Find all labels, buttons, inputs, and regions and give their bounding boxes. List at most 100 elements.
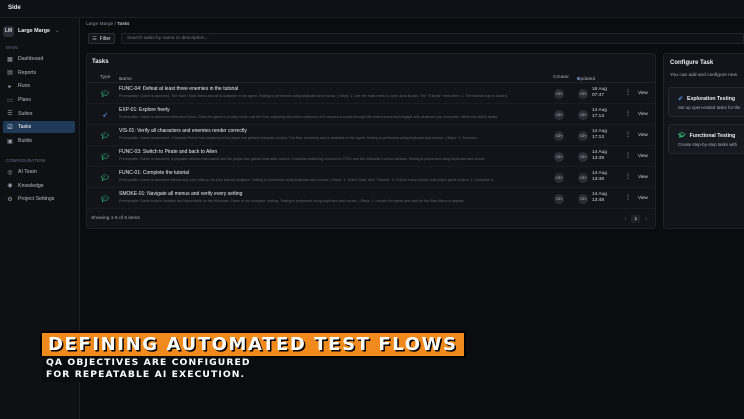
- table-row[interactable]: 🎓︎ FUNC-03: Switch to Pirate and back to…: [87, 147, 655, 167]
- builds-icon: ▣: [7, 138, 13, 145]
- date-time: 13:49: [592, 156, 605, 162]
- view-button[interactable]: View: [638, 132, 648, 137]
- sidebar-item-label: Tasks: [18, 124, 32, 131]
- date-time: 13:48: [592, 198, 605, 204]
- sidebar-item-builds[interactable]: ▣ Builds: [3, 135, 75, 147]
- date-time: 17:13: [592, 114, 605, 120]
- updater-avatar: CH: [578, 131, 588, 141]
- more-options-icon[interactable]: ⋮: [625, 194, 631, 201]
- creator-avatar: CH: [554, 89, 564, 99]
- column-updated-label: Updated: [577, 77, 596, 82]
- section-label-configuration: CONFIGURATION: [6, 158, 46, 163]
- date-day: 14 Aug: [592, 171, 607, 176]
- updated-date: 16 Aug 07:47: [592, 87, 612, 100]
- caption-line-2: FOR REPEATABLE AI EXECUTION.: [42, 368, 250, 382]
- tasks-panel: Tasks Type Name ↕ Creator Updated ▾ 🎓︎ F…: [86, 53, 656, 229]
- updater-avatar: CH: [578, 194, 588, 204]
- workspace-switcher[interactable]: LM Large Marge ⌄: [3, 25, 77, 37]
- sidebar-item-project-settings[interactable]: ⚙ Project Settings: [3, 193, 75, 205]
- creator-avatar: CH: [554, 110, 564, 120]
- breadcrumb-parent[interactable]: Large Marge: [86, 22, 113, 27]
- sidebar-item-reports[interactable]: ▤ Reports: [3, 67, 75, 79]
- more-options-icon[interactable]: ⋮: [625, 173, 631, 180]
- task-title: EXP-01: Explore freely: [119, 107, 170, 113]
- exploration-testing-card[interactable]: ➶ Exploration Testing Set up open-ended t…: [668, 87, 744, 117]
- filter-label: Filter: [99, 35, 111, 42]
- chevron-right-icon[interactable]: ›: [645, 217, 647, 222]
- graduation-cap-icon: 🎓︎: [100, 91, 110, 98]
- functional-testing-card[interactable]: 🎓︎ Functional Testing Create step-by-step…: [668, 124, 744, 154]
- rocket-icon: ➶: [102, 112, 108, 119]
- sidebar-item-dashboard[interactable]: ▦ Dashboard: [3, 53, 75, 65]
- breadcrumb-current: Tasks: [117, 22, 130, 27]
- updated-date: 14 Aug 13:49: [592, 150, 612, 163]
- task-title: FUNC-01: Complete the tutorial: [119, 170, 190, 176]
- chevron-left-icon[interactable]: ‹: [625, 217, 627, 222]
- date-day: 16 Aug: [592, 87, 607, 92]
- graduation-cap-icon: 🎓︎: [100, 196, 110, 203]
- more-options-icon[interactable]: ⋮: [625, 110, 631, 117]
- dashboard-icon: ▦: [7, 56, 13, 63]
- panel-title: Tasks: [92, 59, 109, 65]
- chevron-down-icon: ⌄: [55, 28, 60, 34]
- play-icon: ▸: [8, 83, 12, 90]
- breadcrumb: Large Marge / Tasks: [86, 22, 129, 27]
- knowledge-icon: ◉: [7, 183, 13, 190]
- more-options-icon[interactable]: ⋮: [625, 131, 631, 138]
- task-description: Prerequisite: Game is launched, a playab…: [119, 157, 486, 161]
- config-nav: ◎ AI Team ◉ Knowledge ⚙ Project Settings: [3, 166, 75, 207]
- column-creator[interactable]: Creator: [553, 75, 569, 80]
- breadcrumb-separator: /: [114, 22, 116, 27]
- table-row[interactable]: 🎓︎ FUNC-04: Defeat at least three enemie…: [87, 84, 655, 104]
- pagination: ‹ 1 ›: [625, 215, 647, 223]
- filter-button[interactable]: ☰ Filter: [88, 33, 115, 44]
- table-row[interactable]: 🎓︎ FUNC-01: Complete the tutorial Prereq…: [87, 168, 655, 188]
- view-button[interactable]: View: [638, 153, 648, 158]
- sidebar-item-plans[interactable]: ▭ Plans: [3, 94, 75, 106]
- configure-subtitle: You can add and configure new: [670, 73, 738, 78]
- top-bar: Side: [0, 0, 744, 18]
- creator-avatar: CH: [554, 173, 564, 183]
- sidebar-item-suites[interactable]: ☰ Suites: [3, 108, 75, 120]
- task-description: Prerequisite: Game is launched. The Star…: [119, 94, 508, 98]
- updater-avatar: CH: [578, 173, 588, 183]
- card-title: 🎓︎ Functional Testing: [678, 132, 735, 139]
- task-title: FUNC-04: Defeat at least three enemies i…: [119, 86, 239, 92]
- page-number[interactable]: 1: [631, 215, 641, 223]
- task-title: SMOKE-01: Navigate all menus and verify …: [119, 191, 243, 197]
- updater-avatar: CH: [578, 110, 588, 120]
- gear-icon: ⚙: [7, 196, 13, 203]
- caption-title: DEFINING AUTOMATED TEST FLOWS: [40, 331, 466, 358]
- task-description: Prerequisite: Game is launched without a…: [119, 178, 494, 182]
- view-button[interactable]: View: [638, 174, 648, 179]
- sidebar-item-label: Reports: [18, 69, 37, 76]
- view-button[interactable]: View: [638, 90, 648, 95]
- more-options-icon[interactable]: ⋮: [625, 89, 631, 96]
- date-day: 14 Aug: [592, 150, 607, 155]
- updated-date: 14 Aug 13:48: [592, 192, 612, 205]
- date-day: 14 Aug: [592, 108, 607, 113]
- task-description: Prerequisite: Game is launched Extended …: [119, 115, 499, 119]
- sidebar-item-ai-team[interactable]: ◎ AI Team: [3, 166, 75, 178]
- view-button[interactable]: View: [638, 195, 648, 200]
- sidebar-item-knowledge[interactable]: ◉ Knowledge: [3, 180, 75, 192]
- view-button[interactable]: View: [638, 111, 648, 116]
- table-row[interactable]: ➶ EXP-01: Explore freely Prerequisite: G…: [87, 105, 655, 125]
- task-title: FUNC-03: Switch to Pirate and back to Al…: [119, 149, 218, 155]
- table-row[interactable]: 🎓︎ VIS-01: Verify all characters and ene…: [87, 126, 655, 146]
- column-type[interactable]: Type: [100, 75, 110, 80]
- sidebar-item-runs[interactable]: ▸ Runs: [3, 80, 75, 92]
- more-options-icon[interactable]: ⋮: [625, 152, 631, 159]
- search-input[interactable]: Search tasks by name or description...: [121, 33, 744, 44]
- date-time: 07:47: [592, 93, 605, 99]
- card-description: Create step-by-step tasks with: [678, 142, 738, 147]
- date-time: 13:48: [592, 177, 605, 183]
- sidebar-item-label: AI Team: [18, 169, 37, 175]
- pagination-summary: Showing 1-6 of 6 items: [91, 216, 140, 221]
- table-row[interactable]: 🎓︎ SMOKE-01: Navigate all menus and veri…: [87, 189, 655, 209]
- date-day: 14 Aug: [592, 129, 607, 134]
- rocket-icon: ➶: [678, 96, 684, 102]
- main-nav: ▦ Dashboard ▤ Reports ▸ Runs ▭ Plans ☰ S…: [3, 53, 75, 149]
- updater-avatar: CH: [578, 89, 588, 99]
- sidebar-item-tasks[interactable]: ☑ Tasks: [3, 121, 75, 134]
